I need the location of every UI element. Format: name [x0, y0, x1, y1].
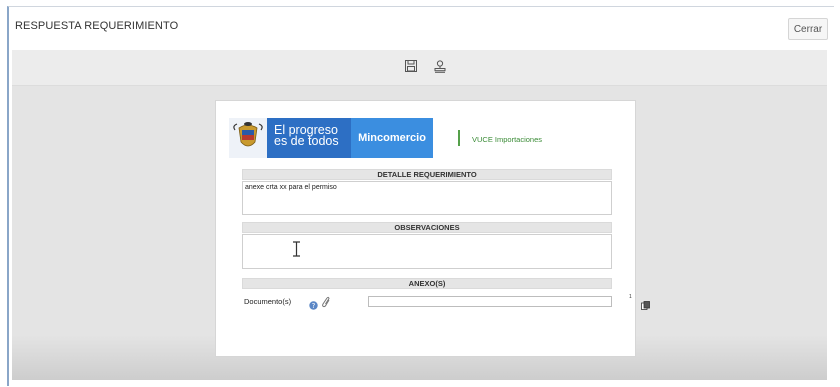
close-button[interactable]: Cerrar — [788, 18, 828, 40]
upload-icon[interactable] — [641, 297, 650, 310]
attach-icon[interactable] — [320, 295, 330, 308]
coat-of-arms-logo — [229, 118, 267, 158]
detalle-box: anexe crta xx para el permiso — [242, 181, 612, 215]
header-logos: El progreso es de todos Mincomercio VUCE… — [229, 118, 559, 158]
documentos-label: Documento(s) — [244, 297, 292, 306]
observaciones-header: OBSERVACIONES — [242, 222, 612, 233]
content-area: El progreso es de todos Mincomercio VUCE… — [12, 50, 827, 380]
detalle-text: anexe crta xx para el permiso — [245, 184, 337, 191]
toolbar — [12, 50, 827, 86]
slogan-line-2: es de todos — [274, 134, 339, 148]
vuce-separator — [458, 130, 460, 146]
save-icon[interactable] — [404, 59, 418, 73]
observaciones-textarea[interactable] — [242, 234, 612, 269]
help-icon[interactable]: ? — [309, 297, 318, 310]
ministry-banner: Mincomercio — [351, 118, 433, 158]
attachment-count: 1 — [629, 294, 632, 300]
slogan-banner: El progreso es de todos — [267, 118, 351, 158]
document-panel: El progreso es de todos Mincomercio VUCE… — [215, 100, 650, 357]
detalle-header: DETALLE REQUERIMIENTO — [242, 169, 612, 180]
vuce-label: VUCE Importaciones — [472, 135, 543, 144]
stamp-icon[interactable] — [433, 59, 447, 73]
document-file-input[interactable] — [368, 296, 612, 307]
text-cursor-icon — [293, 241, 300, 257]
anexos-header: ANEXO(S) — [242, 278, 612, 289]
window-title: RESPUESTA REQUERIMIENTO — [15, 20, 179, 32]
svg-text:?: ? — [312, 302, 316, 310]
